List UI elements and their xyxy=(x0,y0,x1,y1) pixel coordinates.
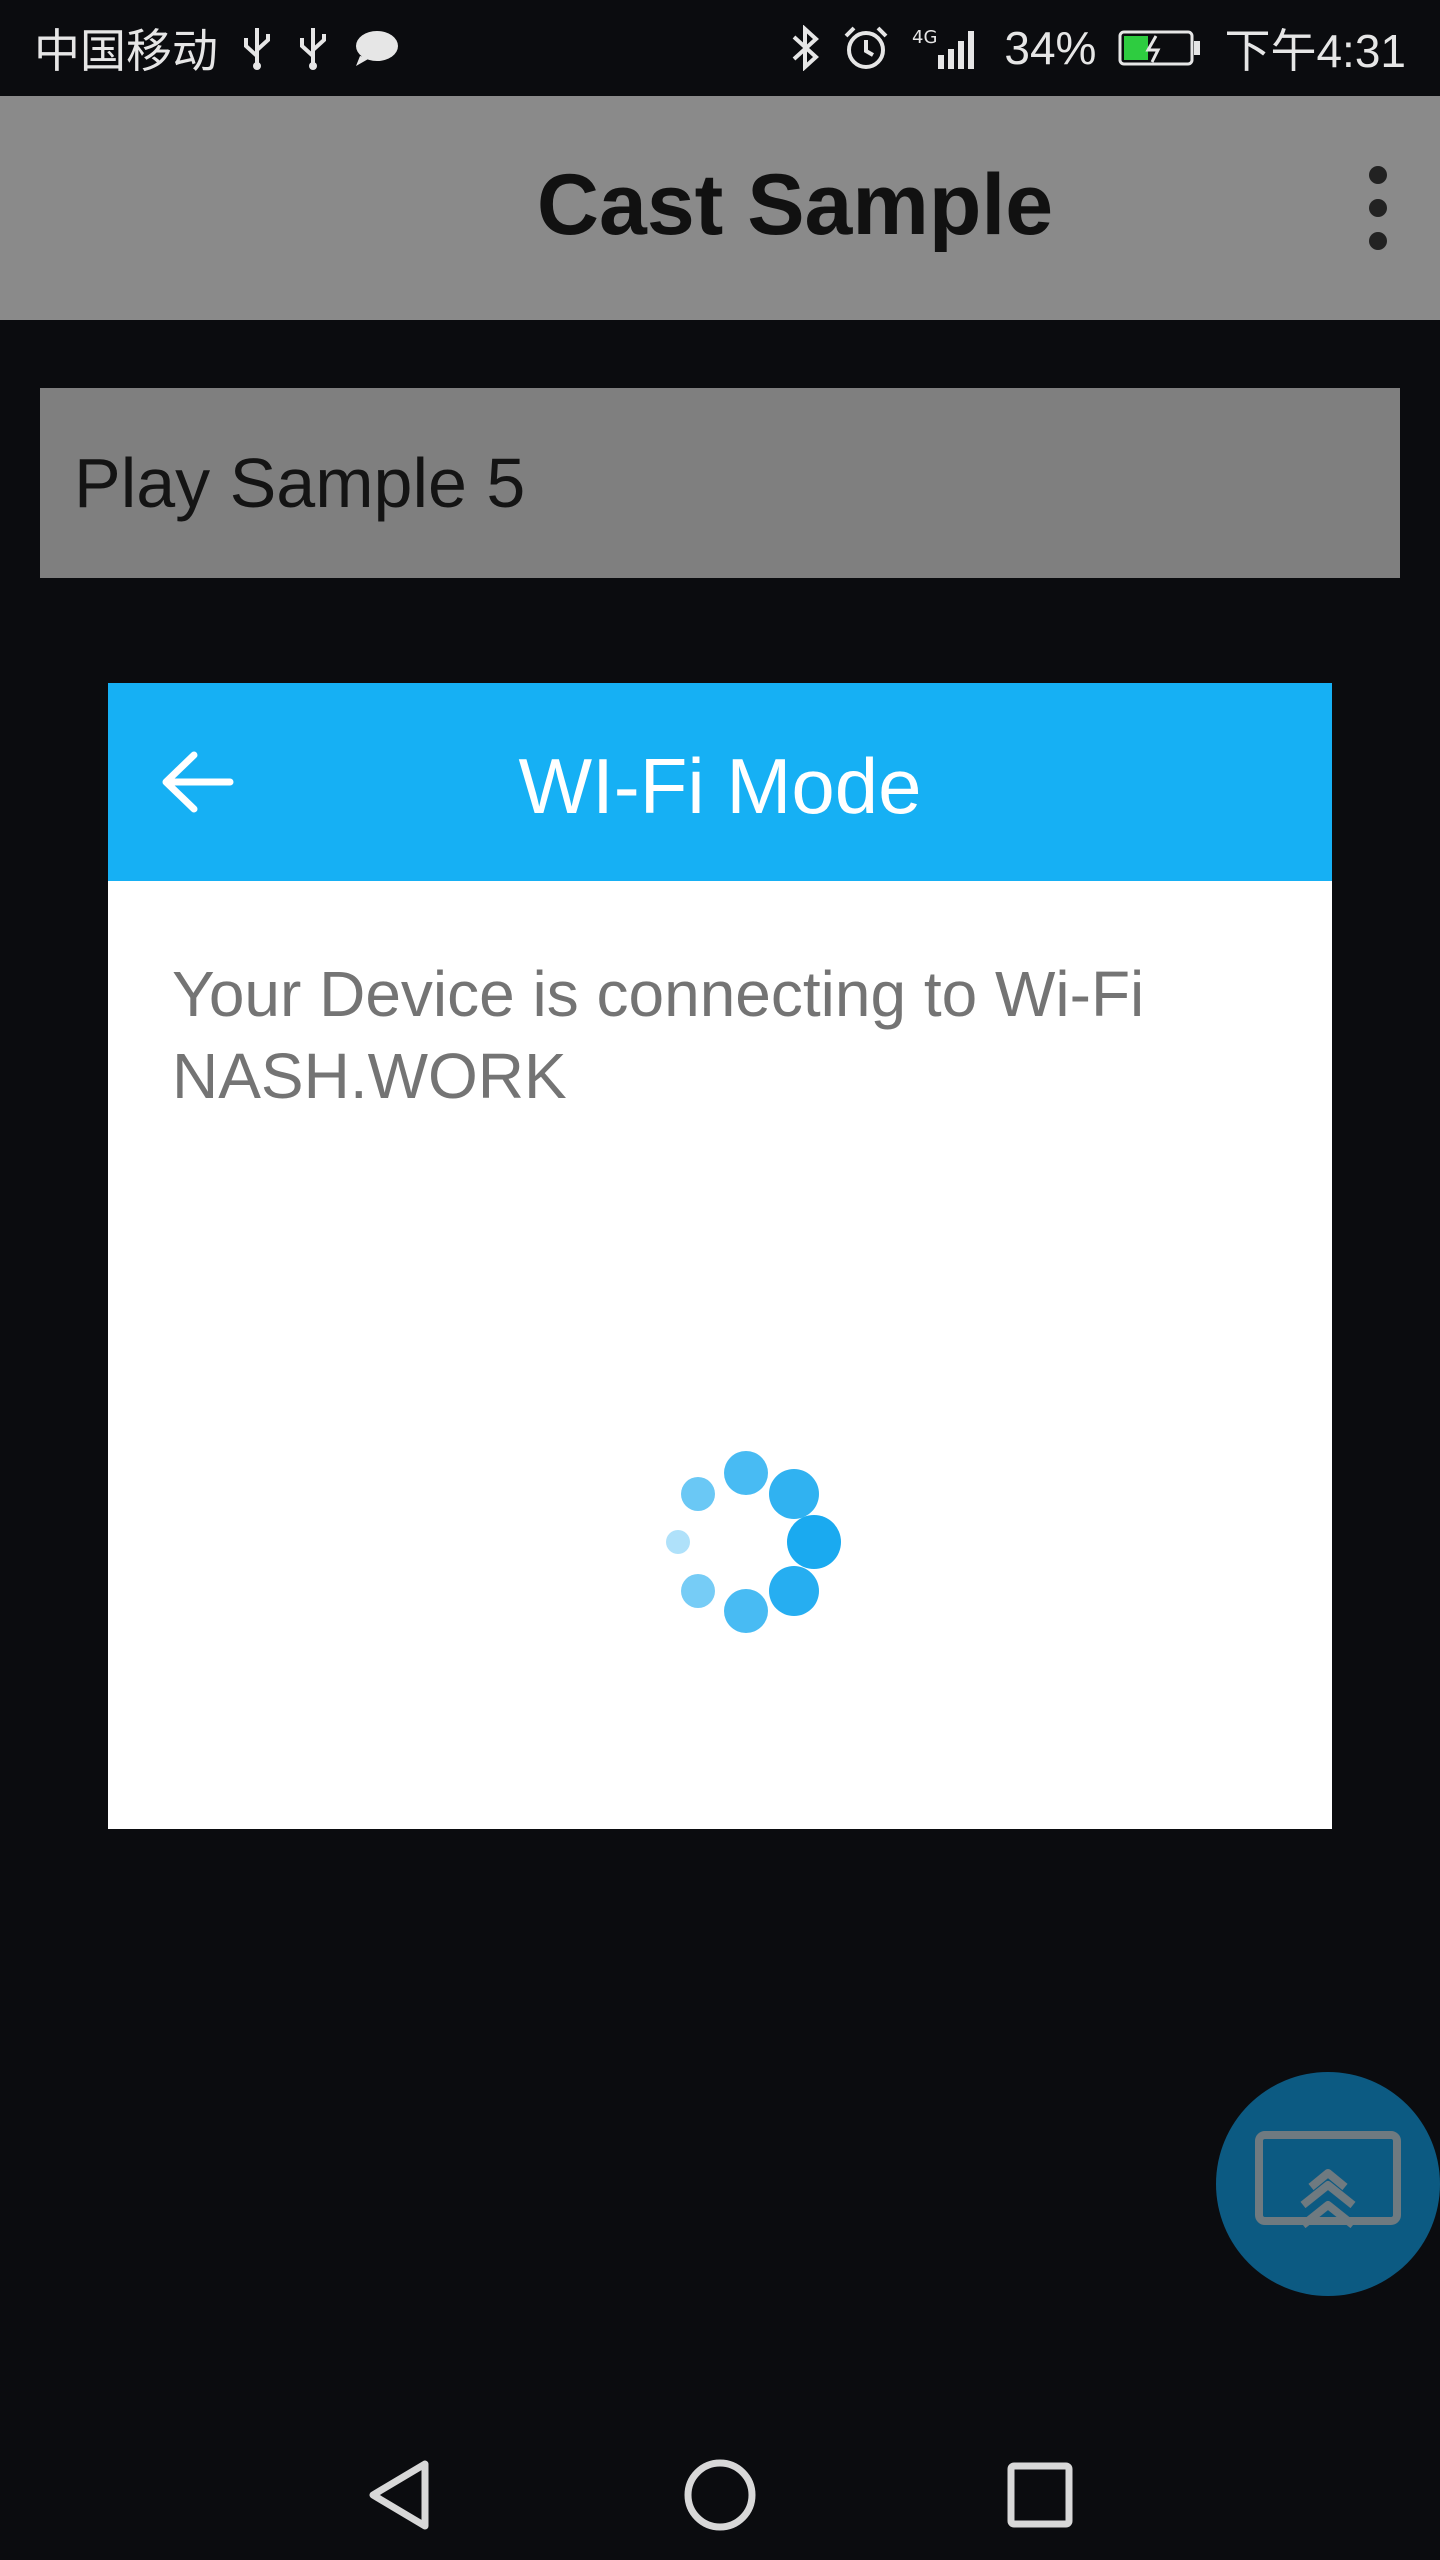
dialog-title: WI-Fi Mode xyxy=(518,742,922,830)
dialog-header: WI-Fi Mode xyxy=(108,683,1332,881)
usb-icon xyxy=(296,26,330,70)
back-triangle-icon[interactable] xyxy=(355,2450,445,2540)
cast-fab-button[interactable] xyxy=(1216,2072,1440,2296)
signal-icon: 4G xyxy=(912,25,982,71)
alarm-icon xyxy=(842,24,890,72)
more-vert-icon[interactable] xyxy=(1356,166,1400,250)
wifi-mode-dialog: WI-Fi Mode Your Device is connecting to … xyxy=(108,683,1332,1829)
loading-spinner-icon xyxy=(584,1429,884,1729)
network-type: 4G xyxy=(912,27,937,48)
status-bar: 中国移动 4G 34% 下午4:31 xyxy=(0,0,1440,96)
usb-icon xyxy=(240,26,274,70)
battery-icon xyxy=(1118,28,1202,68)
play-sample-button[interactable]: Play Sample 5 xyxy=(40,388,1400,578)
battery-percent: 34% xyxy=(1004,22,1097,74)
message-line-2: NASH.WORK xyxy=(172,1040,567,1112)
bluetooth-icon xyxy=(790,25,820,71)
carrier-label: 中国移动 xyxy=(34,25,218,77)
home-circle-icon[interactable] xyxy=(675,2450,765,2540)
cast-screen-icon xyxy=(1255,2131,1401,2229)
app-title: Cast Sample xyxy=(536,157,1054,253)
clock: 下午4:31 xyxy=(1224,25,1406,77)
app-bar: Cast Sample xyxy=(0,96,1440,320)
message-icon xyxy=(352,28,400,68)
system-nav-bar xyxy=(0,2430,1440,2560)
dialog-message: Your Device is connecting to Wi-Fi NASH.… xyxy=(172,953,1272,1117)
status-right: 4G 34% 下午4:31 xyxy=(790,15,1406,81)
recents-square-icon[interactable] xyxy=(995,2450,1085,2540)
status-left: 中国移动 xyxy=(34,15,400,81)
message-line-1: Your Device is connecting to Wi-Fi xyxy=(172,958,1145,1030)
